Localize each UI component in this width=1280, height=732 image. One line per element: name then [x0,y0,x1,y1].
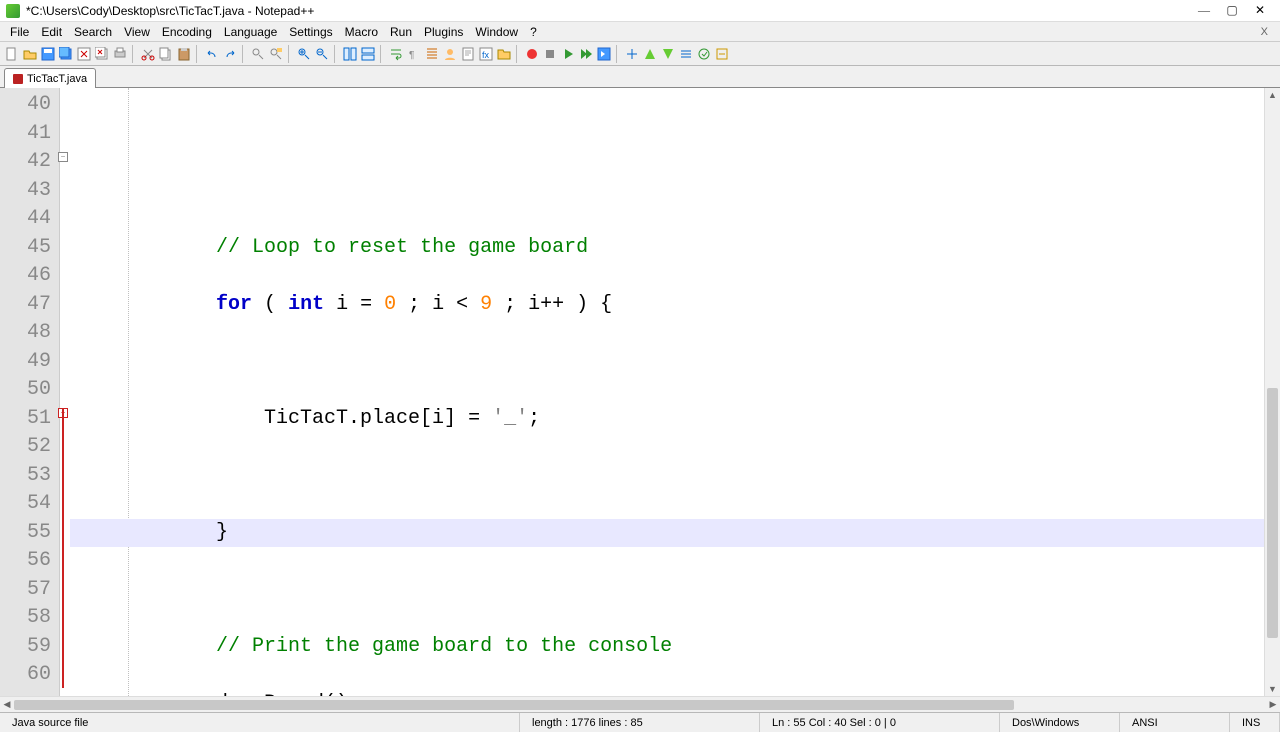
redo-icon[interactable] [222,46,238,62]
status-position: Ln : 55 Col : 40 Sel : 0 | 0 [760,713,1000,732]
menu-file[interactable]: File [4,23,35,41]
scrollbar-thumb[interactable] [1267,388,1278,638]
sync-v-icon[interactable] [342,46,358,62]
macro-stop-icon[interactable] [542,46,558,62]
save-all-icon[interactable] [58,46,74,62]
zoom-out-icon[interactable] [314,46,330,62]
tab-bar: TicTacT.java [0,66,1280,88]
open-file-icon[interactable] [22,46,38,62]
macro-record-icon[interactable] [524,46,540,62]
close-all-icon[interactable] [94,46,110,62]
menu-plugins[interactable]: Plugins [418,23,469,41]
status-length: length : 1776 lines : 85 [520,713,760,732]
current-line-highlight [70,519,1264,548]
tab-tictact[interactable]: TicTacT.java [4,68,96,88]
minimize-button[interactable]: — [1190,2,1218,20]
editor-area[interactable]: 4041424344454647484950515253545556575859… [0,88,1280,696]
replace-icon[interactable] [268,46,284,62]
scroll-right-icon[interactable]: ▶ [1266,699,1280,710]
new-file-icon[interactable] [4,46,20,62]
find-icon[interactable] [250,46,266,62]
macro-play-icon[interactable] [560,46,576,62]
copy-icon[interactable] [158,46,174,62]
fold-column[interactable]: − − [60,88,70,696]
status-eol[interactable]: Dos\Windows [1000,713,1120,732]
cut-icon[interactable] [140,46,156,62]
folder-icon[interactable] [496,46,512,62]
close-button[interactable]: ✕ [1246,2,1274,20]
menu-window[interactable]: Window [469,23,524,41]
tb-extra-1-icon[interactable] [624,46,640,62]
tb-extra-4-icon[interactable] [678,46,694,62]
doc-map-icon[interactable] [460,46,476,62]
undo-icon[interactable] [204,46,220,62]
tb-extra-3-icon[interactable] [660,46,676,62]
line-number-gutter: 4041424344454647484950515253545556575859… [0,88,60,696]
scroll-left-icon[interactable]: ◀ [0,699,14,710]
macro-save-icon[interactable] [596,46,612,62]
status-filetype: Java source file [0,713,520,732]
app-icon [6,4,20,18]
close-file-icon[interactable] [76,46,92,62]
menu-run[interactable]: Run [384,23,418,41]
user-lang-icon[interactable] [442,46,458,62]
menu-encoding[interactable]: Encoding [156,23,218,41]
menu-settings[interactable]: Settings [283,23,338,41]
show-all-chars-icon[interactable]: ¶ [406,46,422,62]
indent-guide-icon[interactable] [424,46,440,62]
horizontal-scrollbar[interactable]: ◀ ▶ [0,696,1280,712]
menu-bar: File Edit Search View Encoding Language … [0,22,1280,42]
print-icon[interactable] [112,46,128,62]
title-bar: *C:\Users\Cody\Desktop\src\TicTacT.java … [0,0,1280,22]
maximize-button[interactable]: ▢ [1218,2,1246,20]
fold-marker-icon[interactable]: − [58,152,68,162]
tb-extra-5-icon[interactable] [696,46,712,62]
sync-h-icon[interactable] [360,46,376,62]
menu-edit[interactable]: Edit [35,23,68,41]
tb-extra-6-icon[interactable] [714,46,730,62]
scroll-up-icon[interactable]: ▲ [1265,88,1280,102]
fold-change-bar [62,408,64,688]
svg-text:¶: ¶ [409,50,414,61]
paste-icon[interactable] [176,46,192,62]
menu-help[interactable]: ? [524,23,543,41]
zoom-in-icon[interactable] [296,46,312,62]
func-list-icon[interactable]: fx [478,46,494,62]
vertical-scrollbar[interactable]: ▲ ▼ [1264,88,1280,696]
status-encoding[interactable]: ANSI [1120,713,1230,732]
status-bar: Java source file length : 1776 lines : 8… [0,712,1280,732]
menu-macro[interactable]: Macro [339,23,384,41]
tab-label: TicTacT.java [27,73,87,85]
menu-language[interactable]: Language [218,23,283,41]
tab-close-x[interactable]: X [1253,26,1276,38]
save-icon[interactable] [40,46,56,62]
tb-extra-2-icon[interactable] [642,46,658,62]
wordwrap-icon[interactable] [388,46,404,62]
macro-play-multi-icon[interactable] [578,46,594,62]
code-editor[interactable]: // Loop to reset the game board for ( in… [70,88,1264,696]
window-title: *C:\Users\Cody\Desktop\src\TicTacT.java … [26,4,1190,18]
svg-text:fx: fx [482,50,490,60]
toolbar: ¶ fx [0,42,1280,66]
scroll-down-icon[interactable]: ▼ [1265,682,1280,696]
menu-view[interactable]: View [118,23,156,41]
file-modified-icon [13,74,23,84]
menu-search[interactable]: Search [68,23,118,41]
status-insert-mode[interactable]: INS [1230,713,1280,732]
scrollbar-thumb[interactable] [14,700,1014,710]
